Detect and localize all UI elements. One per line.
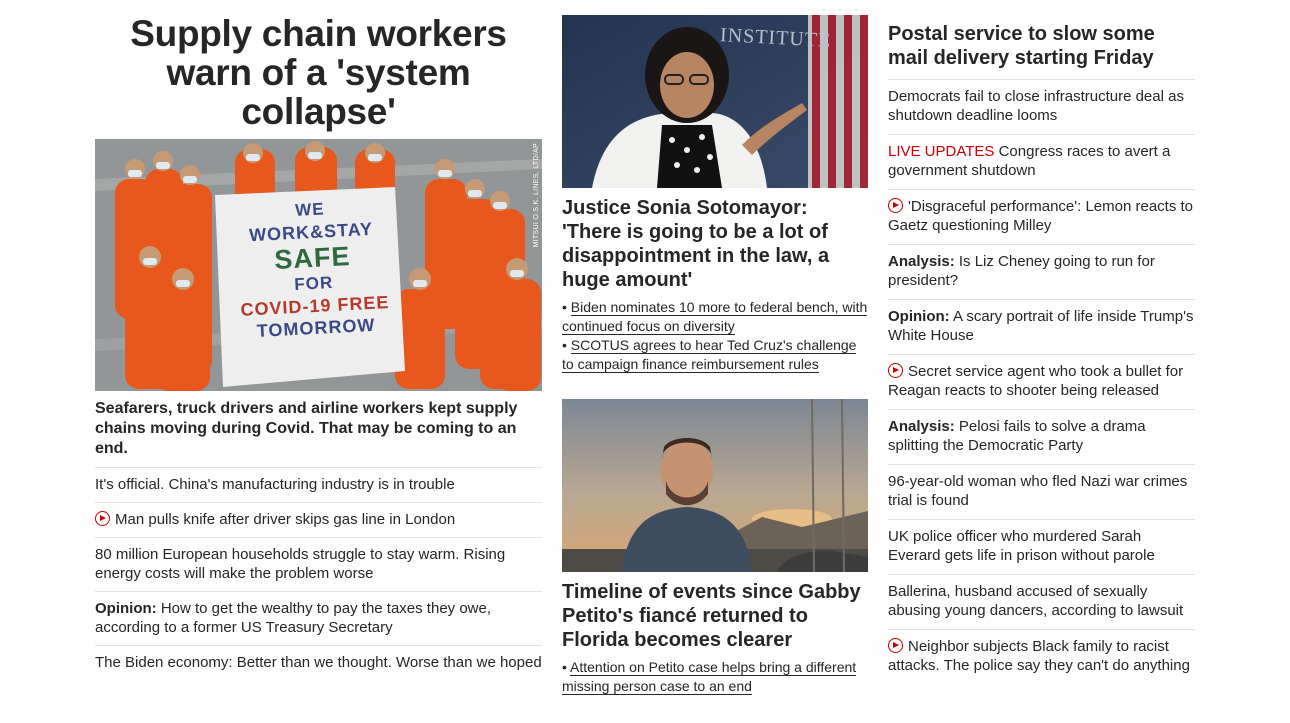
related-link[interactable]: SCOTUS agrees to hear Ted Cruz's challen… <box>562 337 857 373</box>
list-item[interactable]: Democrats fail to close infrastructure d… <box>888 79 1195 134</box>
list-item[interactable]: 'Disgraceful performance': Lemon reacts … <box>888 189 1195 244</box>
laundrie-photo <box>562 399 868 572</box>
list-item[interactable]: Secret service agent who took a bullet f… <box>888 354 1195 409</box>
list-item[interactable]: 80 million European households struggle … <box>95 537 542 591</box>
play-video-icon <box>888 363 903 378</box>
label-opinion: Opinion: <box>888 308 950 325</box>
label-analysis: Analysis: <box>888 418 955 435</box>
list-item[interactable]: UK police officer who murdered Sarah Eve… <box>888 519 1195 574</box>
list-item[interactable]: Ballerina, husband accused of sexually a… <box>888 574 1195 629</box>
related-link-item[interactable]: • Biden nominates 10 more to federal ben… <box>562 298 868 336</box>
lead-headline[interactable]: Supply chain workers warn of a 'system c… <box>95 14 542 131</box>
middle-column: INSTITUTE Justice Sonia Sotomayor: 'Ther… <box>562 15 868 696</box>
list-item[interactable]: It's official. China's manufacturing ind… <box>95 467 542 502</box>
play-video-icon <box>95 511 110 526</box>
sotomayor-image[interactable]: INSTITUTE <box>562 15 868 188</box>
related-link[interactable]: Attention on Petito case helps bring a d… <box>562 659 857 695</box>
list-item-text: 'Disgraceful performance': Lemon reacts … <box>888 198 1194 234</box>
play-video-icon <box>888 638 903 653</box>
petito-related-list: • Attention on Petito case helps bring a… <box>562 658 868 696</box>
list-item-text: Democrats fail to close infrastructure d… <box>888 88 1184 124</box>
related-link[interactable]: Biden nominates 10 more to federal bench… <box>562 299 868 335</box>
sotomayor-related-list: • Biden nominates 10 more to federal ben… <box>562 298 868 374</box>
lead-story-caption[interactable]: Seafarers, truck drivers and airline wor… <box>95 399 542 459</box>
list-item[interactable]: Neighbor subjects Black family to racist… <box>888 629 1195 684</box>
list-item-text: Neighbor subjects Black family to racist… <box>888 638 1190 674</box>
label-analysis: Analysis: <box>888 253 955 270</box>
list-item-text: Ballerina, husband accused of sexually a… <box>888 583 1184 619</box>
list-item-text: 80 million European households struggle … <box>95 546 506 582</box>
headline-list: Democrats fail to close infrastructure d… <box>888 79 1195 684</box>
list-item-text: UK police officer who murdered Sarah Eve… <box>888 528 1155 564</box>
sotomayor-headline[interactable]: Justice Sonia Sotomayor: 'There is going… <box>562 196 868 292</box>
list-item-text: Man pulls knife after driver skips gas l… <box>115 511 456 528</box>
list-item-text: The Biden economy: Better than we though… <box>95 654 542 671</box>
list-item[interactable]: Analysis: Is Liz Cheney going to run for… <box>888 244 1195 299</box>
related-link-item[interactable]: • SCOTUS agrees to hear Ted Cruz's chall… <box>562 336 868 374</box>
lead-story-column: Supply chain workers warn of a 'system c… <box>95 14 542 680</box>
related-link-item[interactable]: • Attention on Petito case helps bring a… <box>562 658 868 696</box>
photo-credit: MITSUI O.S.K. LINES, LTD/AP <box>533 143 540 248</box>
live-updates-label: LIVE UPDATES <box>888 143 995 160</box>
lead-related-list: It's official. China's manufacturing ind… <box>95 467 542 680</box>
list-item[interactable]: Man pulls knife after driver skips gas l… <box>95 502 542 537</box>
list-item-text: It's official. China's manufacturing ind… <box>95 476 455 493</box>
petito-headline[interactable]: Timeline of events since Gabby Petito's … <box>562 580 868 652</box>
lead-story-image[interactable]: WE WORK&STAY SAFE FOR COVID-19 FREE TOMO… <box>95 139 542 391</box>
petito-image[interactable] <box>562 399 868 572</box>
list-item[interactable]: LIVE UPDATES Congress races to avert a g… <box>888 134 1195 189</box>
list-item[interactable]: 96-year-old woman who fled Nazi war crim… <box>888 464 1195 519</box>
list-item-text: Secret service agent who took a bullet f… <box>888 363 1184 399</box>
label-opinion: Opinion: <box>95 600 157 617</box>
play-video-icon <box>888 198 903 213</box>
list-item[interactable]: Analysis: Pelosi fails to solve a drama … <box>888 409 1195 464</box>
list-item[interactable]: Opinion: A scary portrait of life inside… <box>888 299 1195 354</box>
list-item[interactable]: Opinion: How to get the wealthy to pay t… <box>95 591 542 645</box>
list-item-text: 96-year-old woman who fled Nazi war crim… <box>888 473 1188 509</box>
right-column: Postal service to slow some mail deliver… <box>888 22 1195 684</box>
list-item[interactable]: The Biden economy: Better than we though… <box>95 645 542 680</box>
banner-text: WE WORK&STAY SAFE FOR COVID-19 FREE TOMO… <box>219 194 406 343</box>
postal-headline[interactable]: Postal service to slow some mail deliver… <box>888 22 1195 79</box>
